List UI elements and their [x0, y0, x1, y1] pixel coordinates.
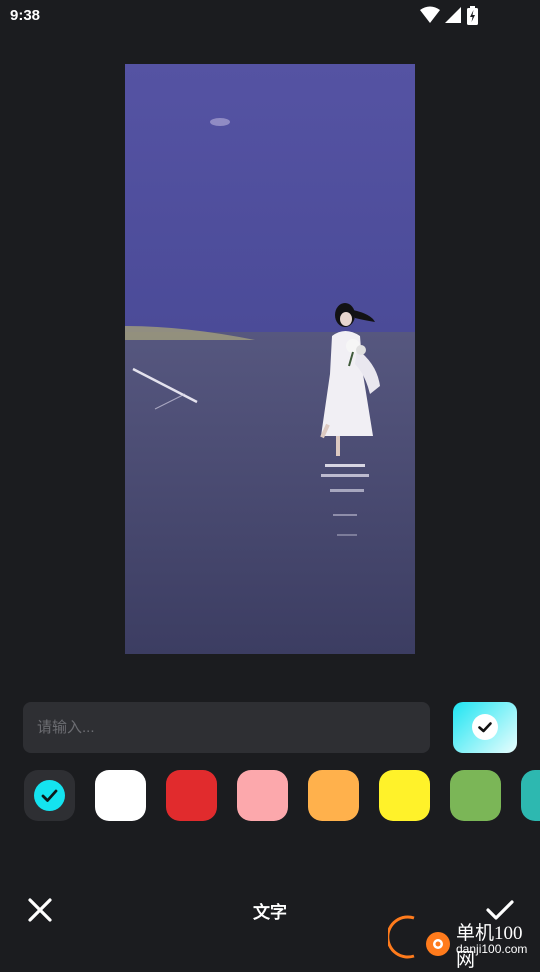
watermark: 单机100网 danji100.com — [388, 914, 540, 971]
color-swatch-orange[interactable] — [308, 770, 359, 821]
color-swatch-red[interactable] — [166, 770, 217, 821]
color-swatch-yellow[interactable] — [379, 770, 430, 821]
color-swatch-green[interactable] — [450, 770, 501, 821]
color-swatch-white[interactable] — [95, 770, 146, 821]
check-icon — [472, 714, 498, 740]
battery-charging-icon — [467, 6, 478, 30]
color-swatch-teal[interactable] — [521, 770, 540, 821]
status-bar: 9:38 — [0, 0, 540, 32]
color-swatch-cyan-selected[interactable] — [24, 770, 75, 821]
status-time: 9:38 — [10, 7, 41, 24]
color-swatch-pink[interactable] — [237, 770, 288, 821]
signal-icon — [444, 6, 462, 29]
photo-preview[interactable] — [125, 64, 415, 654]
color-palette — [0, 770, 540, 822]
wifi-icon — [420, 6, 440, 29]
text-style-toggle-button[interactable] — [453, 702, 517, 753]
text-input[interactable] — [23, 702, 430, 753]
watermark-logo-icon — [388, 915, 450, 959]
watermark-url: danji100.com — [456, 942, 528, 956]
selected-check-icon — [34, 780, 65, 811]
